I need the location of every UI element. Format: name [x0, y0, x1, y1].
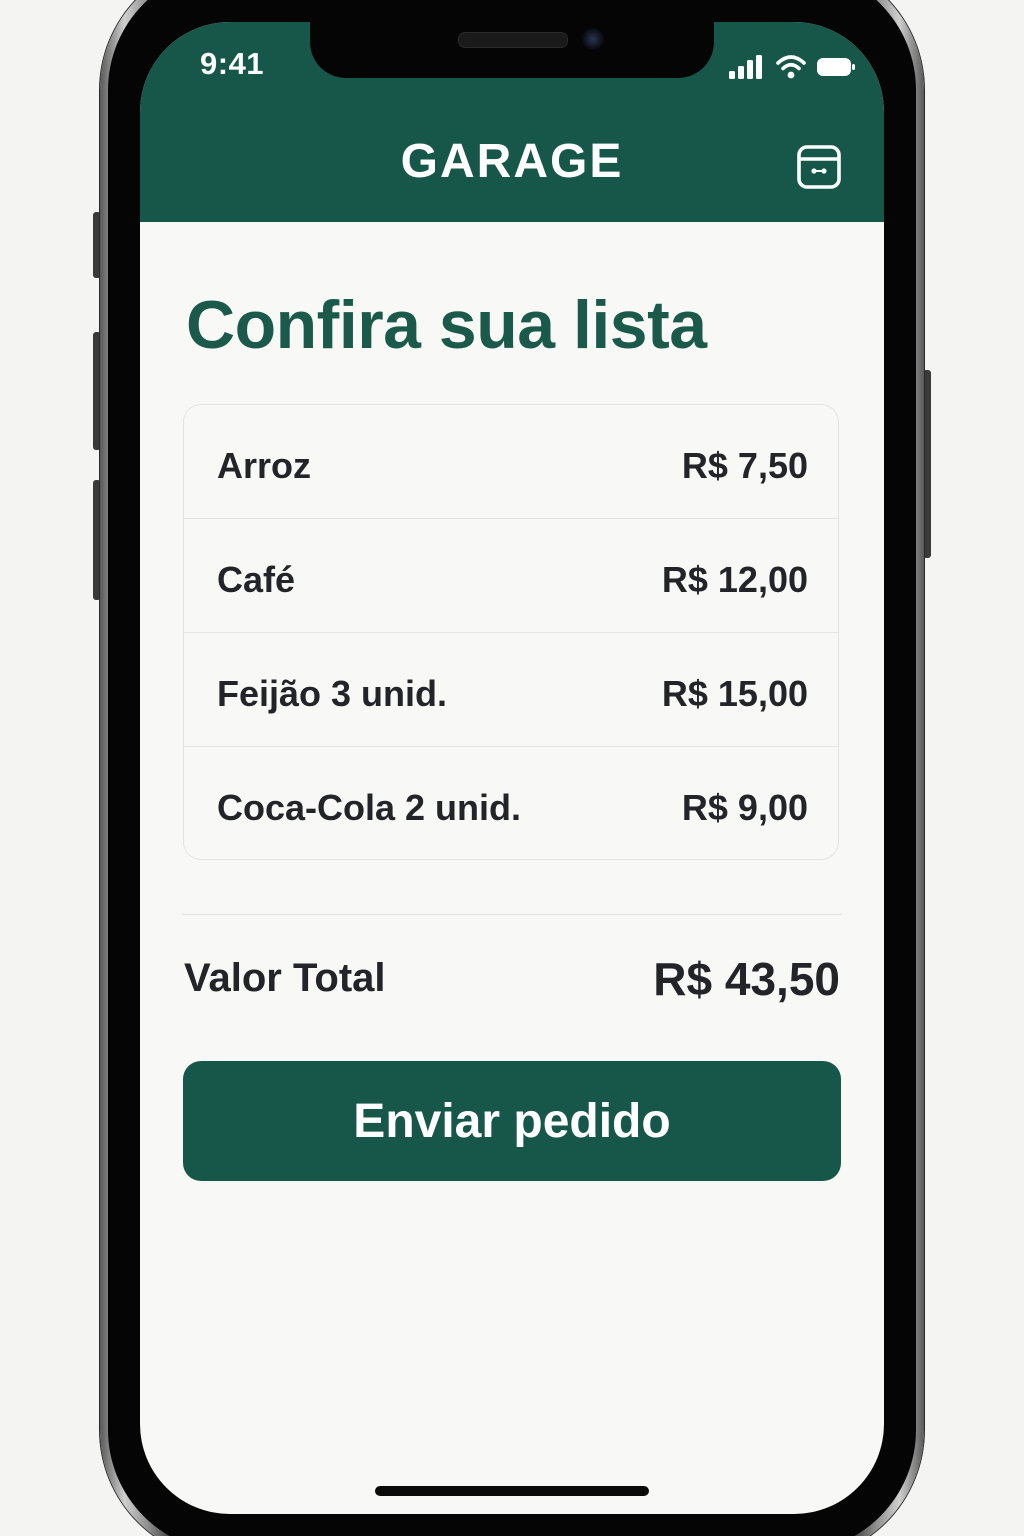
- device-mockup: 9:41 GARAGE Confira sua lista Arroz R$ 7…: [0, 0, 1024, 1536]
- divider: [183, 914, 841, 915]
- item-price: R$ 15,00: [661, 673, 808, 714]
- submit-order-button[interactable]: Enviar pedido: [183, 1061, 841, 1181]
- status-time: 9:41: [200, 46, 265, 81]
- battery-icon: [817, 58, 855, 76]
- item-name: Coca-Cola 2 unid.: [217, 787, 522, 828]
- wallet-icon[interactable]: [796, 144, 842, 190]
- list-item: Coca-Cola 2 unid. R$ 9,00: [184, 747, 838, 859]
- list-item: Café R$ 12,00: [184, 519, 838, 633]
- wifi-icon: [776, 55, 806, 79]
- item-name: Arroz: [217, 445, 312, 486]
- item-price: R$ 12,00: [661, 559, 808, 600]
- item-name: Café: [217, 559, 296, 600]
- list-item: Arroz R$ 7,50: [184, 405, 838, 519]
- order-item-list: Arroz R$ 7,50 Café R$ 12,00 Feijão 3 uni…: [183, 404, 839, 860]
- item-price: R$ 9,00: [681, 787, 808, 828]
- signal-icon: [729, 55, 762, 79]
- page-title: Confira sua lista: [186, 287, 707, 363]
- speaker-grille: [458, 32, 568, 48]
- camera-icon: [582, 28, 604, 50]
- list-item: Feijão 3 unid. R$ 15,00: [184, 633, 838, 747]
- item-name: Feijão 3 unid.: [217, 673, 448, 714]
- notch: [310, 22, 714, 78]
- power-button: [923, 370, 931, 558]
- app-title: GARAGE: [400, 135, 624, 188]
- item-price: R$ 7,50: [681, 445, 808, 486]
- home-indicator[interactable]: [375, 1486, 649, 1496]
- status-icons: [728, 52, 856, 82]
- total-value: R$ 43,50: [653, 953, 840, 1005]
- phone-screen: 9:41 GARAGE Confira sua lista Arroz R$ 7…: [140, 22, 884, 1514]
- app-header: 9:41 GARAGE: [140, 22, 884, 222]
- total-label: Valor Total: [184, 956, 386, 1000]
